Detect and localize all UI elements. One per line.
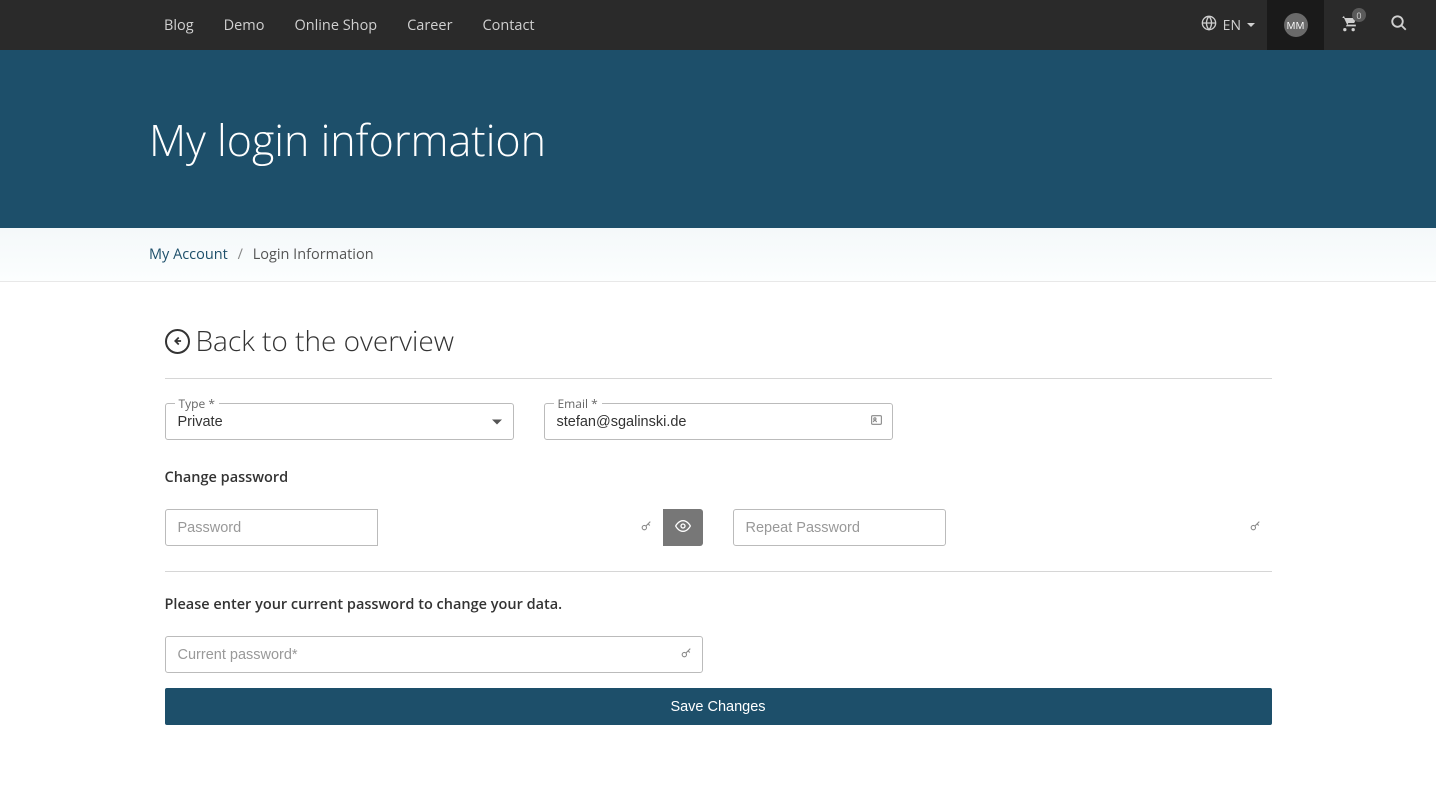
type-email-row: Type * Private Email * — [165, 403, 1272, 440]
change-password-heading: Change password — [165, 468, 1272, 487]
main-content: Back to the overview Type * Private Emai… — [150, 282, 1287, 755]
breadcrumb-separator: / — [238, 245, 243, 264]
current-password-field[interactable] — [165, 636, 703, 673]
page-title: My login information — [149, 110, 546, 169]
eye-icon — [675, 518, 691, 537]
arrow-left-circle-icon — [165, 329, 190, 354]
user-menu[interactable]: MM — [1267, 0, 1324, 50]
breadcrumb-bar: My Account / Login Information — [0, 228, 1436, 282]
key-icon — [640, 518, 653, 537]
email-label: Email * — [554, 395, 602, 412]
current-password-instruction: Please enter your current password to ch… — [165, 595, 1272, 614]
repeat-password-field[interactable] — [733, 509, 946, 546]
type-label: Type * — [175, 395, 219, 412]
hero-banner: My login information — [0, 50, 1436, 228]
language-selector[interactable]: EN — [1189, 15, 1267, 36]
repeat-password-group — [733, 509, 1272, 546]
current-password-row — [165, 636, 1272, 673]
type-field: Type * Private — [165, 403, 514, 440]
nav-link-career[interactable]: Career — [392, 0, 467, 50]
caret-down-icon — [1247, 23, 1255, 27]
avatar: MM — [1284, 13, 1308, 37]
nav-link-shop[interactable]: Online Shop — [279, 0, 392, 50]
globe-icon — [1201, 15, 1217, 36]
search-icon — [1390, 14, 1408, 37]
email-field-wrap: Email * — [544, 403, 893, 440]
nav-link-demo[interactable]: Demo — [209, 0, 280, 50]
breadcrumb-parent[interactable]: My Account — [149, 245, 228, 264]
header-right: EN MM 0 — [1189, 0, 1436, 50]
toggle-password-visibility[interactable] — [663, 509, 703, 546]
language-label: EN — [1223, 16, 1241, 35]
search-button[interactable] — [1374, 0, 1424, 50]
back-link-label: Back to the overview — [196, 322, 455, 360]
password-field[interactable] — [165, 509, 378, 546]
password-group — [165, 509, 703, 546]
cart-badge: 0 — [1352, 8, 1366, 22]
nav-link-blog[interactable]: Blog — [149, 0, 209, 50]
cart-button[interactable]: 0 — [1324, 0, 1374, 50]
password-row — [165, 509, 1272, 572]
top-header: Blog Demo Online Shop Career Contact EN … — [0, 0, 1436, 50]
breadcrumb-current: Login Information — [253, 245, 374, 264]
key-icon — [1249, 518, 1262, 537]
nav-link-contact[interactable]: Contact — [468, 0, 550, 50]
save-button[interactable]: Save Changes — [165, 688, 1272, 725]
back-link[interactable]: Back to the overview — [165, 322, 1272, 379]
main-nav: Blog Demo Online Shop Career Contact — [149, 0, 550, 50]
breadcrumb: My Account / Login Information — [149, 245, 1287, 264]
